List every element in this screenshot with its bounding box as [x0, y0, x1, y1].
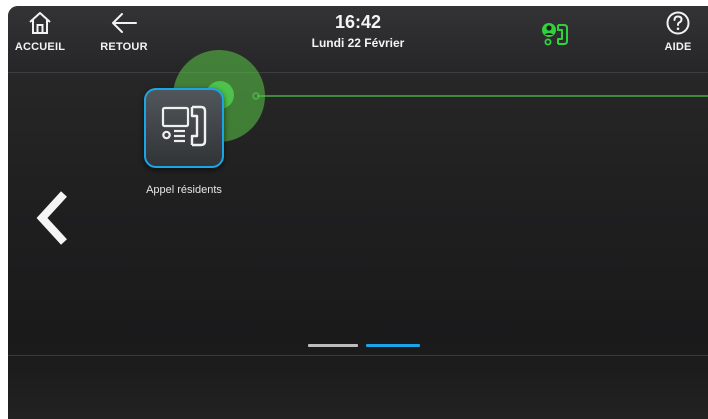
back-arrow-icon [112, 13, 137, 33]
home-label: ACCUEIL [14, 41, 66, 53]
bottom-divider [8, 355, 708, 356]
app-tile-resident-call[interactable] [144, 88, 224, 168]
clock-date: Lundi 22 Février [311, 36, 405, 50]
page-indicator-1[interactable] [308, 344, 358, 347]
help-button[interactable]: AIDE [654, 10, 702, 53]
intercom-handset-icon [161, 105, 207, 147]
back-button[interactable]: RETOUR [94, 10, 154, 53]
home-icon [29, 12, 51, 34]
clock: 16:42 Lundi 22 Février [278, 10, 438, 50]
intercom-status-icon [542, 23, 568, 46]
back-label: RETOUR [100, 41, 148, 53]
top-bar: ACCUEIL RETOUR 16:42 Lundi 22 Février AI… [8, 6, 708, 73]
chevron-left-icon[interactable] [32, 189, 72, 247]
device-display: ACCUEIL RETOUR 16:42 Lundi 22 Février AI… [8, 6, 708, 419]
home-button[interactable]: ACCUEIL [14, 10, 66, 53]
app-label: Appel résidents [146, 184, 222, 196]
page-indicator-2-active[interactable] [366, 344, 420, 347]
clock-time: 16:42 [334, 12, 382, 32]
screen: ACCUEIL RETOUR 16:42 Lundi 22 Février AI… [0, 0, 708, 419]
help-label: AIDE [664, 41, 692, 53]
help-icon [666, 11, 690, 35]
